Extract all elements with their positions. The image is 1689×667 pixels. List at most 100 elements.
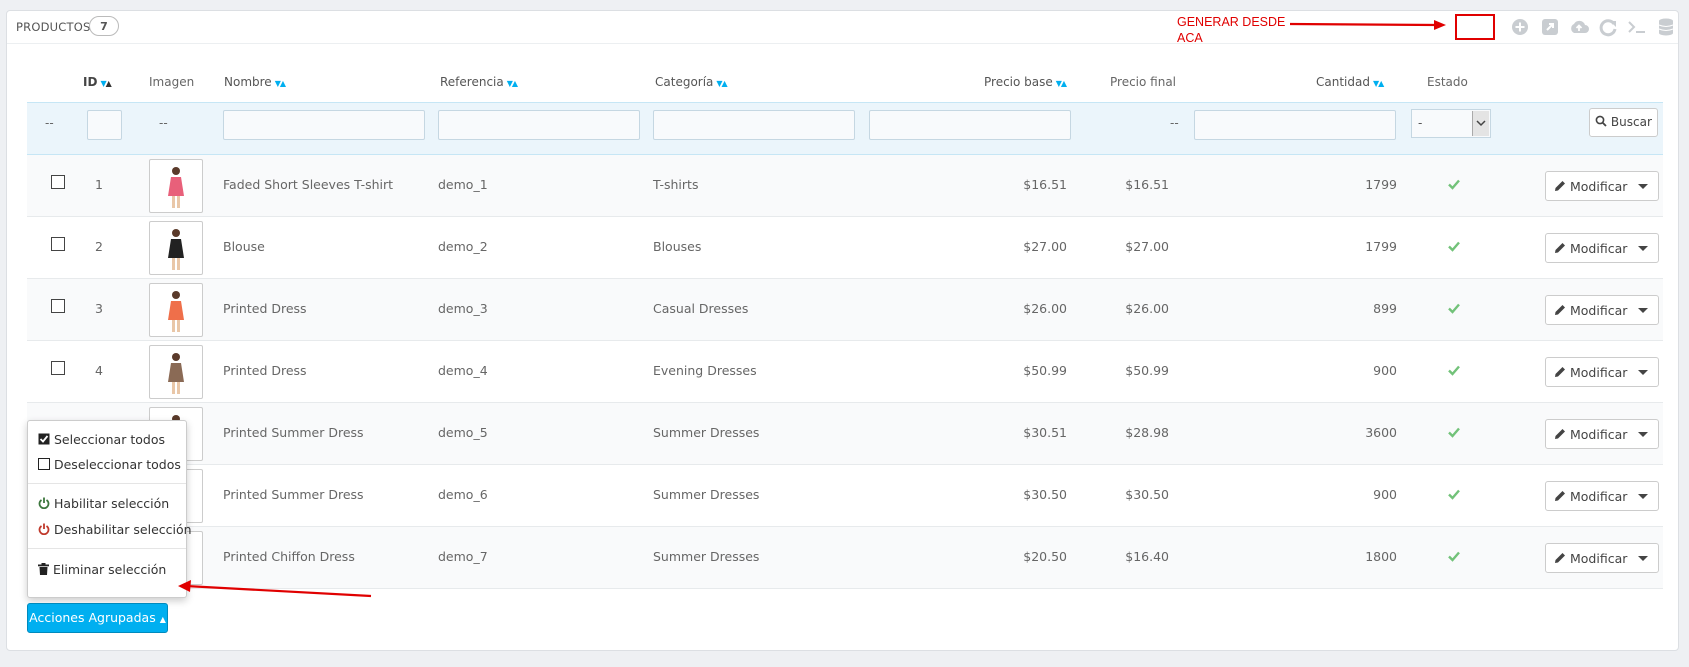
caret-down-icon[interactable]: [1638, 432, 1648, 437]
panel-header: Productos 7 GENERAR DESDE ACA: [7, 11, 1678, 46]
col-header-reference[interactable]: Referencia ▼▲: [440, 75, 518, 89]
trash-icon: [38, 563, 49, 575]
cell-name: Printed Summer Dress: [223, 425, 364, 440]
row-checkbox[interactable]: [51, 237, 65, 251]
edit-button[interactable]: Modificar: [1545, 419, 1659, 449]
edit-button[interactable]: Modificar: [1545, 233, 1659, 263]
col-header-id[interactable]: ID ▼▲: [83, 75, 112, 89]
edit-button[interactable]: Modificar: [1545, 171, 1659, 201]
row-checkbox[interactable]: [51, 299, 65, 313]
product-thumbnail: [149, 221, 203, 275]
add-icon[interactable]: [1509, 16, 1531, 38]
cell-name: Printed Dress: [223, 301, 307, 316]
terminal-icon[interactable]: [1626, 16, 1648, 38]
cell-final-price: $50.99: [1125, 363, 1169, 378]
pencil-icon: [1555, 243, 1565, 253]
edit-button[interactable]: Modificar: [1545, 481, 1659, 511]
caret-down-icon[interactable]: [1638, 494, 1648, 499]
status-enabled-check-icon[interactable]: [1447, 487, 1461, 501]
cell-category: Evening Dresses: [653, 363, 757, 378]
cell-base-price: $50.99: [1023, 363, 1067, 378]
status-enabled-check-icon[interactable]: [1447, 177, 1461, 191]
status-enabled-check-icon[interactable]: [1447, 239, 1461, 253]
cell-quantity: 900: [1373, 363, 1397, 378]
menu-divider: [28, 548, 186, 549]
caret-down-icon[interactable]: [1638, 246, 1648, 251]
filter-name-input[interactable]: [223, 110, 425, 140]
cell-name: Printed Dress: [223, 363, 307, 378]
cell-final-price: $27.00: [1125, 239, 1169, 254]
caret-down-icon[interactable]: [1638, 370, 1648, 375]
caret-down-icon[interactable]: [1638, 556, 1648, 561]
product-image-icon: [168, 353, 184, 394]
table-row[interactable]: 7Printed Chiffon Dressdemo_7Summer Dress…: [27, 527, 1663, 589]
power-icon: [38, 497, 50, 510]
edit-button-label: Modificar: [1570, 427, 1628, 442]
cell-id: 4: [95, 363, 103, 378]
filter-category-input[interactable]: [653, 110, 855, 140]
caret-down-icon[interactable]: [1638, 308, 1648, 313]
search-icon: [1595, 115, 1607, 127]
menu-item-disable[interactable]: Deshabilitar selección: [38, 522, 192, 537]
cell-quantity: 900: [1373, 487, 1397, 502]
menu-item-delete[interactable]: Eliminar selección: [38, 562, 166, 577]
status-enabled-check-icon[interactable]: [1447, 425, 1461, 439]
row-checkbox[interactable]: [51, 175, 65, 189]
cell-category: Summer Dresses: [653, 425, 760, 440]
edit-button-label: Modificar: [1570, 551, 1628, 566]
pencil-icon: [1555, 181, 1565, 191]
filter-quantity-input[interactable]: [1194, 110, 1396, 140]
database-icon[interactable]: [1655, 16, 1677, 38]
cloud-upload-icon[interactable]: [1568, 16, 1590, 38]
edit-button[interactable]: Modificar: [1545, 357, 1659, 387]
caret-down-icon[interactable]: [1638, 184, 1648, 189]
col-header-name[interactable]: Nombre ▼▲: [224, 75, 286, 89]
cell-quantity: 1800: [1365, 549, 1397, 564]
table-row[interactable]: 5Printed Summer Dressdemo_5Summer Dresse…: [27, 403, 1663, 465]
export-icon[interactable]: [1539, 16, 1561, 38]
status-enabled-check-icon[interactable]: [1447, 301, 1461, 315]
row-checkbox[interactable]: [51, 361, 65, 375]
search-button[interactable]: Buscar: [1589, 108, 1658, 137]
table-row[interactable]: 6Printed Summer Dressdemo_6Summer Dresse…: [27, 465, 1663, 527]
table-row[interactable]: 1 Faded Short Sleeves T-shirt demo_1 T-shir…: [27, 155, 1663, 217]
filter-row: -- -- -- - Buscar: [27, 102, 1663, 155]
product-thumbnail: [149, 345, 203, 399]
menu-divider: [28, 483, 186, 484]
cell-id: 2: [95, 239, 103, 254]
product-image-icon: [168, 229, 184, 270]
edit-button[interactable]: Modificar: [1545, 543, 1659, 573]
cell-reference: demo_2: [438, 239, 488, 254]
table-row[interactable]: 3 Printed Dress demo_3 Casual Dresses $26.00…: [27, 279, 1663, 341]
table-row[interactable]: 2 Blouse demo_2 Blouses $27.00 $27.00 1799 Modi…: [27, 217, 1663, 279]
cell-base-price: $20.50: [1023, 549, 1067, 564]
menu-item-enable[interactable]: Habilitar selección: [38, 496, 169, 511]
filter-status-select[interactable]: -: [1411, 109, 1491, 138]
filter-id-input[interactable]: [87, 110, 122, 140]
menu-item-select-all[interactable]: Seleccionar todos: [38, 432, 165, 447]
col-header-category[interactable]: Categoría ▼▲: [655, 75, 728, 89]
cell-name: Blouse: [223, 239, 265, 254]
bulk-actions-button[interactable]: Acciones Agrupadas ▲: [27, 603, 168, 633]
col-header-image: Imagen: [149, 75, 195, 89]
product-thumbnail: [149, 283, 203, 337]
status-enabled-check-icon[interactable]: [1447, 363, 1461, 377]
filter-reference-input[interactable]: [438, 110, 640, 140]
unchecked-box-icon: [38, 458, 50, 470]
cell-reference: demo_1: [438, 177, 488, 192]
menu-item-deselect-all[interactable]: Deseleccionar todos: [38, 457, 181, 472]
cell-reference: demo_7: [438, 549, 488, 564]
filter-base-price-input[interactable]: [869, 110, 1071, 140]
col-header-quantity[interactable]: Cantidad ▼▲: [1316, 75, 1384, 89]
annotation-generate: GENERAR DESDE ACA: [1177, 14, 1285, 46]
refresh-icon[interactable]: [1597, 16, 1619, 38]
cell-reference: demo_4: [438, 363, 488, 378]
status-enabled-check-icon[interactable]: [1447, 549, 1461, 563]
edit-button[interactable]: Modificar: [1545, 295, 1659, 325]
filter-placeholder-final-price: --: [1170, 116, 1179, 130]
table-row[interactable]: 4 Printed Dress demo_4 Evening Dresses $50.9…: [27, 341, 1663, 403]
col-header-base-price[interactable]: Precio base ▼▲: [984, 75, 1067, 89]
cell-category: Summer Dresses: [653, 549, 760, 564]
product-thumbnail: [149, 159, 203, 213]
col-header-status: Estado: [1427, 75, 1468, 89]
